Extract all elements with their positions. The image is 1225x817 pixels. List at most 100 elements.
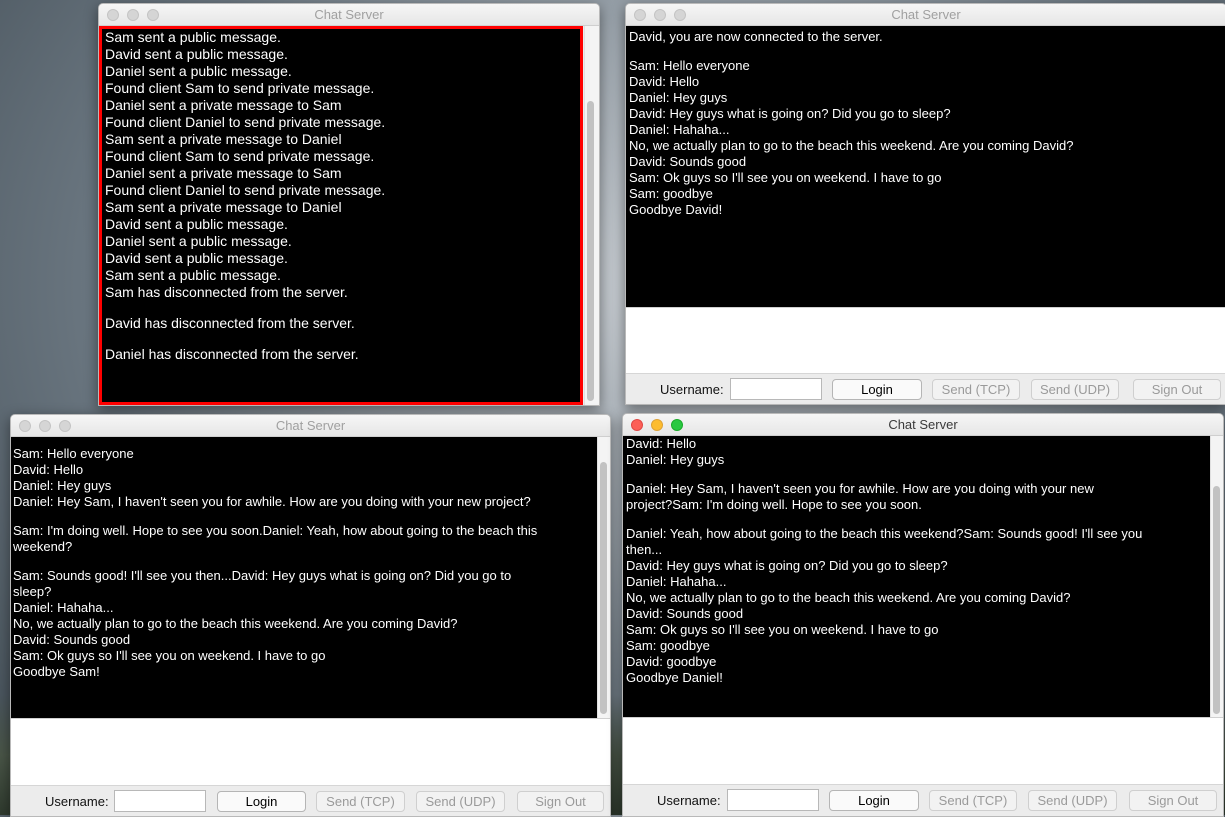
log-line: sleep? xyxy=(13,584,52,599)
log-line: Sam sent a public message. xyxy=(105,267,281,283)
log-line: David has disconnected from the server. xyxy=(105,315,355,331)
login-button[interactable]: Login xyxy=(217,791,306,812)
log-line: No, we actually plan to go to the beach … xyxy=(626,590,1071,605)
log-line: Sam sent a private message to Daniel xyxy=(105,199,342,215)
chat-scrollbar[interactable] xyxy=(1210,436,1223,717)
chat-log[interactable]: David: Hello Daniel: Hey guys Daniel: Hey … xyxy=(623,436,1210,717)
log-line: David: Hello xyxy=(626,436,697,451)
sign-out-button[interactable]: Sign Out xyxy=(1133,379,1221,400)
log-line: David sent a public message. xyxy=(105,250,288,266)
log-line: Daniel sent a private message to Sam xyxy=(105,165,342,181)
log-line: Found client Daniel to send private mess… xyxy=(105,114,386,130)
login-button[interactable]: Login xyxy=(832,379,922,400)
control-bar: Username: Login Send (TCP) Send (UDP) Si… xyxy=(11,785,610,816)
log-line: Sam sent a public message. xyxy=(105,29,281,45)
log-line: Sam: goodbye xyxy=(626,638,710,653)
server-log[interactable]: Sam sent a public message. David sent a p… xyxy=(99,26,583,405)
sign-out-button[interactable]: Sign Out xyxy=(1129,790,1217,811)
log-line: Daniel: Hey guys xyxy=(626,452,725,467)
log-line: Sam: I'm doing well. Hope to see you soo… xyxy=(13,523,538,538)
log-line: David: Sounds good xyxy=(13,632,131,647)
window-title: Chat Server xyxy=(275,418,346,433)
chat-log[interactable]: David, you are now connected to the serv… xyxy=(626,26,1225,307)
david-titlebar[interactable]: Chat Server xyxy=(626,4,1225,26)
log-line: David: Hello xyxy=(629,74,700,89)
window-title: Chat Server xyxy=(891,7,961,22)
log-line: David: Hey guys what is going on? Did yo… xyxy=(629,106,951,121)
username-label: Username: xyxy=(45,794,109,809)
chat-scrollbar[interactable] xyxy=(597,437,610,718)
sign-out-button[interactable]: Sign Out xyxy=(517,791,604,812)
log-line: Sam: Hello everyone xyxy=(13,446,134,461)
log-line: Daniel sent a public message. xyxy=(105,233,292,249)
control-bar: Username: Login Send (TCP) Send (UDP) Si… xyxy=(623,784,1223,815)
message-input[interactable] xyxy=(626,307,1225,373)
log-line: Found client Sam to send private message… xyxy=(105,148,375,164)
username-label: Username: xyxy=(660,382,724,397)
log-line: Sam: Sounds good! I'll see you then...Da… xyxy=(13,568,512,583)
client-window-david: Chat Server David, you are now connected… xyxy=(625,3,1225,405)
log-line: weekend? xyxy=(13,539,73,554)
username-field[interactable] xyxy=(114,790,206,812)
window-title: Chat Server xyxy=(888,417,958,432)
log-line: Daniel: Hahaha... xyxy=(626,574,727,589)
send-tcp-button[interactable]: Send (TCP) xyxy=(932,379,1020,400)
message-input[interactable] xyxy=(11,718,610,785)
log-line: Daniel sent a public message. xyxy=(105,63,292,79)
chat-log[interactable]: Sam: Hello everyone David: Hello Daniel: H… xyxy=(11,437,597,718)
log-line: Daniel: Hey guys xyxy=(629,90,728,105)
server-scrollbar[interactable] xyxy=(584,26,599,405)
send-tcp-button[interactable]: Send (TCP) xyxy=(316,791,405,812)
log-line: David: Hey guys what is going on? Did yo… xyxy=(626,558,948,573)
log-line: project?Sam: I'm doing well. Hope to see… xyxy=(626,497,922,512)
sam-titlebar[interactable]: Chat Server xyxy=(11,415,610,437)
send-tcp-button[interactable]: Send (TCP) xyxy=(929,790,1017,811)
log-line: David, you are now connected to the serv… xyxy=(629,29,883,44)
log-line: David: goodbye xyxy=(626,654,717,669)
daniel-titlebar[interactable]: Chat Server xyxy=(623,414,1223,436)
log-line: David sent a public message. xyxy=(105,216,288,232)
server-window: Chat Server Sam sent a public message. Da… xyxy=(98,3,600,406)
log-line: Sam: Ok guys so I'll see you on weekend.… xyxy=(629,170,942,185)
log-line: Daniel: Hey guys xyxy=(13,478,112,493)
window-title: Chat Server xyxy=(314,7,384,22)
log-line: Sam: Ok guys so I'll see you on weekend.… xyxy=(13,648,326,663)
log-line: then... xyxy=(626,542,663,557)
send-udp-button[interactable]: Send (UDP) xyxy=(1031,379,1119,400)
log-line: Daniel: Hey Sam, I haven't seen you for … xyxy=(13,494,531,509)
scroll-thumb[interactable] xyxy=(587,101,594,401)
server-titlebar[interactable]: Chat Server xyxy=(99,4,599,26)
client-window-sam: Chat Server Sam: Hello everyone David: He… xyxy=(10,414,611,817)
username-field[interactable] xyxy=(730,378,822,400)
username-field[interactable] xyxy=(727,789,819,811)
log-line: Daniel: Yeah, how about going to the bea… xyxy=(626,526,1143,541)
log-line: Sam sent a private message to Daniel xyxy=(105,131,342,147)
send-udp-button[interactable]: Send (UDP) xyxy=(416,791,505,812)
log-line: David sent a public message. xyxy=(105,46,288,62)
log-line: Sam: goodbye xyxy=(629,186,713,201)
message-input[interactable] xyxy=(623,717,1223,784)
scroll-thumb[interactable] xyxy=(1213,486,1220,714)
send-udp-button[interactable]: Send (UDP) xyxy=(1028,790,1117,811)
log-line: Goodbye Daniel! xyxy=(626,670,723,685)
login-button[interactable]: Login xyxy=(829,790,919,811)
log-line: No, we actually plan to go to the beach … xyxy=(629,138,1074,153)
log-line: Sam: Ok guys so I'll see you on weekend.… xyxy=(626,622,939,637)
log-line: Goodbye David! xyxy=(629,202,723,217)
username-label: Username: xyxy=(657,793,721,808)
log-line: David: Sounds good xyxy=(629,154,747,169)
log-line: No, we actually plan to go to the beach … xyxy=(13,616,458,631)
log-line: Goodbye Sam! xyxy=(13,664,100,679)
scroll-thumb[interactable] xyxy=(600,462,607,714)
log-line: Daniel has disconnected from the server. xyxy=(105,346,359,362)
log-line: Sam has disconnected from the server. xyxy=(105,284,348,300)
log-line: Daniel: Hahaha... xyxy=(629,122,730,137)
log-line: David: Sounds good xyxy=(626,606,744,621)
